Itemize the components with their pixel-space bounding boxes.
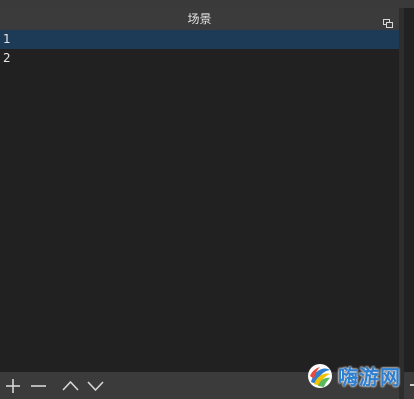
- watermark-text: 嗨游网: [338, 365, 401, 389]
- dock-title-label: 场景: [187, 12, 212, 26]
- remove-scene-button[interactable]: [29, 376, 48, 395]
- plus-icon: [6, 379, 20, 393]
- move-scene-up-button[interactable]: [61, 376, 80, 395]
- scenes-dock-title: 场景: [0, 8, 399, 30]
- move-scene-down-button[interactable]: [86, 376, 105, 395]
- scene-item-label: 1: [3, 32, 11, 46]
- scene-item-label: 2: [3, 51, 11, 65]
- minus-icon: [31, 385, 46, 387]
- top-separator: [0, 0, 414, 8]
- adjacent-dock-edge: [404, 8, 414, 399]
- scene-list-item[interactable]: 2: [0, 49, 399, 68]
- chevron-down-icon: [87, 381, 104, 392]
- scenes-dock: 场景 1 2: [0, 8, 399, 399]
- add-scene-button[interactable]: [4, 376, 23, 395]
- chevron-up-icon: [62, 380, 79, 391]
- adjacent-minus-icon[interactable]: [410, 384, 414, 386]
- scene-list[interactable]: 1 2: [0, 30, 399, 370]
- obs-window: 场景 1 2 嗨游网: [0, 0, 414, 399]
- undock-icon[interactable]: [383, 14, 393, 28]
- watermark: 嗨游网: [306, 362, 408, 392]
- scene-list-item[interactable]: 1: [0, 30, 399, 49]
- watermark-logo-icon: [308, 364, 332, 388]
